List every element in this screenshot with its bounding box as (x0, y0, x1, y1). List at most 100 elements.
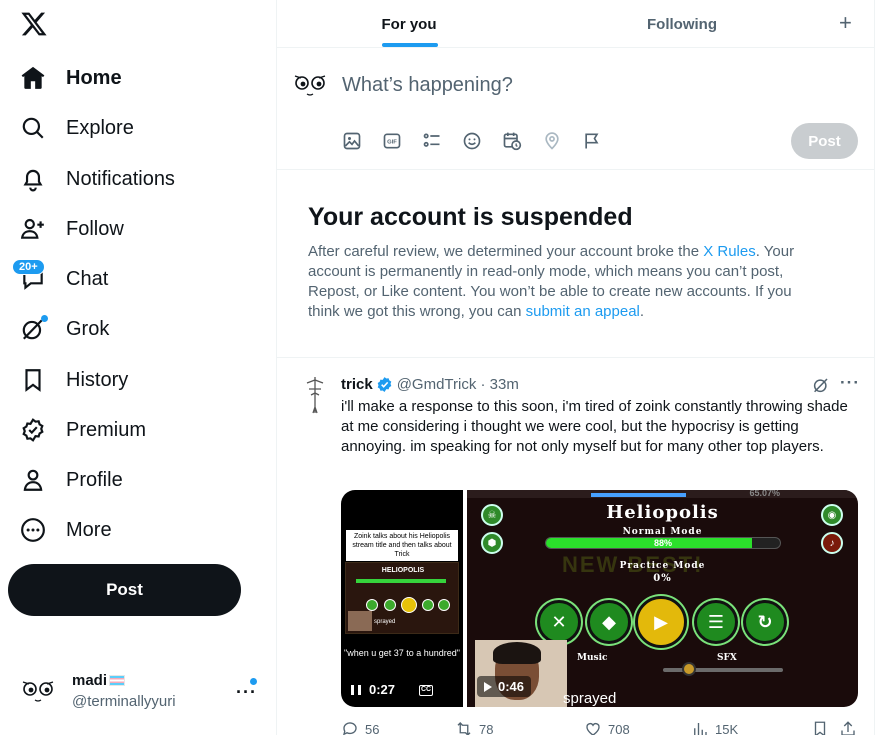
volume-knob (682, 662, 696, 676)
game-top-progress: 65.07% (467, 490, 858, 498)
more-circle-icon (20, 517, 46, 543)
media-icon[interactable] (341, 128, 381, 154)
sidebar-item-history[interactable]: History (20, 364, 128, 396)
like-count: 708 (608, 721, 630, 735)
chat-badge: 20+ (12, 259, 45, 275)
avatar[interactable] (301, 375, 329, 415)
tab-for-you[interactable]: For you (277, 0, 541, 48)
timeline-tabs: For you Following + (277, 0, 875, 48)
chat-overlay (763, 640, 855, 704)
settings-icon: ◉ (821, 504, 843, 526)
gem-button-icon: ◆ (587, 600, 631, 644)
practice-mode-label: Practice Mode (619, 561, 706, 571)
pause-icon[interactable] (351, 684, 361, 695)
post-button[interactable]: Post (8, 564, 241, 616)
normal-mode-bar: 88% (545, 537, 781, 549)
sidebar-item-label: Profile (66, 468, 123, 491)
sidebar-item-profile[interactable]: Profile (20, 464, 123, 496)
home-icon (20, 65, 46, 91)
grok-icon[interactable] (812, 376, 830, 394)
follow-icon (20, 216, 46, 242)
top-progress-percent: 65.07% (749, 490, 780, 498)
sprayed-text: sprayed (563, 690, 617, 707)
account-switcher[interactable]: madi @terminallyyuri ··· (20, 670, 265, 714)
mini-sprayed: sprayed (374, 619, 396, 625)
normal-mode-percent: 88% (653, 538, 672, 548)
video-thumbnail-1[interactable]: Zoink talks about his Heliopolis stream … (341, 490, 463, 707)
gif-icon[interactable]: GIF (381, 128, 421, 154)
grok-icon (20, 315, 48, 342)
sidebar-item-explore[interactable]: Explore (20, 112, 134, 144)
svg-text:GIF: GIF (387, 140, 397, 146)
verified-badge-icon (377, 377, 391, 392)
mini-webcam (348, 611, 372, 631)
suspension-notice: Your account is suspended After careful … (277, 170, 875, 358)
tweet-author-name[interactable]: trick (341, 376, 373, 393)
mini-button (422, 599, 434, 611)
account-more-icon[interactable]: ··· (236, 682, 257, 703)
sidebar-item-grok[interactable]: Grok (20, 313, 109, 345)
sidebar-item-chat[interactable]: 20+ Chat (12, 259, 109, 295)
tweet-more-icon[interactable]: ··· (840, 373, 860, 393)
video-caption-bottom: "when u get 37 to a hundred" (344, 648, 460, 658)
sidebar-item-follow[interactable]: Follow (20, 213, 124, 245)
video-caption-top: Zoink talks about his Heliopolis stream … (346, 530, 458, 561)
bookmark-button[interactable] (811, 720, 835, 735)
flag-icon[interactable] (581, 128, 621, 154)
mini-button (438, 599, 450, 611)
video-duration: 0:46 (498, 679, 525, 694)
tab-following[interactable]: Following (541, 0, 823, 48)
sidebar-item-notifications[interactable]: Notifications (20, 163, 175, 195)
sidebar-item-more[interactable]: More (20, 514, 112, 546)
emoji-icon[interactable] (461, 128, 501, 154)
search-icon (20, 115, 46, 141)
tools-button-icon: ✕ (537, 600, 581, 644)
sidebar: Home Explore Notifications Follow 20+ Ch… (0, 0, 276, 735)
play-icon[interactable] (484, 681, 492, 692)
x-logo-icon[interactable] (20, 10, 48, 38)
video-duration: 0:27 (369, 682, 396, 697)
mini-button (384, 599, 396, 611)
share-button[interactable] (839, 720, 863, 735)
chat-icon: 20+ (12, 259, 46, 292)
mini-progress-bar (356, 579, 446, 583)
location-icon[interactable] (541, 128, 581, 154)
account-dot (250, 678, 257, 685)
avatar (20, 672, 60, 712)
reply-button[interactable]: 56 (341, 720, 379, 735)
video-thumbnail-2[interactable]: 65.07% NEW BEST! Heliopolis Normal Mode … (467, 490, 858, 707)
poll-icon[interactable] (421, 128, 461, 154)
repost-button[interactable]: 78 (455, 720, 493, 735)
composer: What’s happening? GIF Post (277, 48, 875, 170)
game-screenshot-mini: HELIOPOLIS sprayed (345, 562, 459, 634)
tweet-header: trick @GmdTrick · 33m (341, 376, 519, 393)
compose-input[interactable]: What’s happening? (342, 74, 513, 97)
schedule-icon[interactable] (501, 128, 541, 154)
sidebar-item-home[interactable]: Home (20, 62, 122, 94)
normal-mode-label: Normal Mode (622, 527, 703, 537)
repost-count: 78 (479, 721, 494, 735)
tweet-handle-time: @GmdTrick · 33m (396, 376, 519, 393)
music-label: Music (577, 653, 608, 663)
main-column: For you Following + What’s happening? GI… (276, 0, 875, 735)
captions-icon[interactable]: CC (419, 685, 433, 696)
sidebar-item-premium[interactable]: Premium (20, 414, 146, 446)
profile-icon (20, 467, 46, 493)
sidebar-item-label: Follow (66, 217, 124, 240)
appeal-link[interactable]: submit an appeal (526, 303, 640, 320)
trans-flag-icon (109, 675, 126, 686)
sidebar-item-label: Grok (66, 317, 110, 340)
like-button[interactable]: 708 (584, 720, 630, 735)
bookmark-icon (20, 367, 46, 393)
add-tab-icon[interactable]: + (839, 12, 852, 34)
compose-post-button[interactable]: Post (791, 123, 858, 159)
views-button[interactable]: 15K (691, 720, 738, 735)
tweet[interactable]: trick @GmdTrick · 33m ··· i'll make a re… (277, 359, 875, 735)
tweet-actions: 56 78 708 15K (341, 720, 861, 735)
mini-title: HELIOPOLIS (381, 567, 425, 574)
x-rules-link[interactable]: X Rules (703, 243, 756, 260)
video-controls-1[interactable]: 0:27 (351, 682, 395, 697)
sidebar-item-label: Chat (66, 267, 109, 290)
video-controls-2[interactable]: 0:46 (477, 676, 532, 697)
tweet-media: Zoink talks about his Heliopolis stream … (341, 490, 858, 707)
